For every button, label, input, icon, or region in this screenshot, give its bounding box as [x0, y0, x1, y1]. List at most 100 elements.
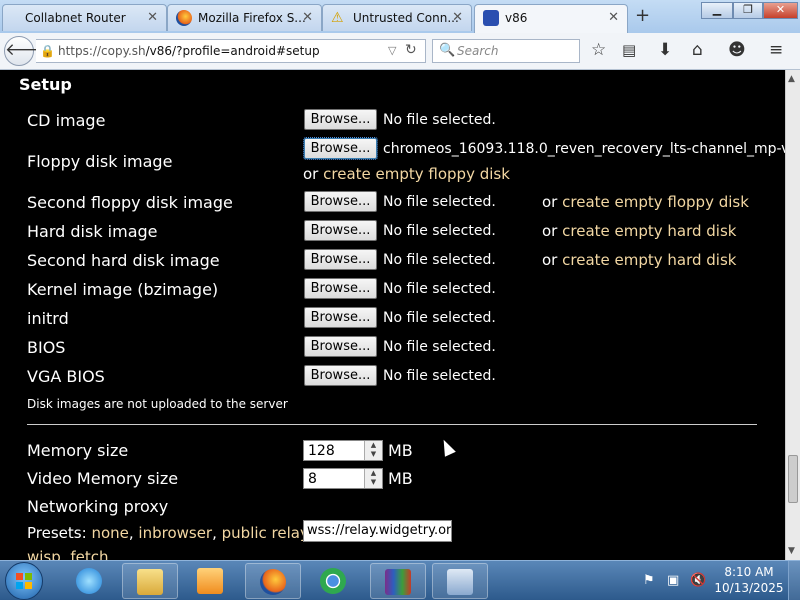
video-memory-spinner[interactable]: ▲ ▼ [364, 469, 382, 488]
cd-image-label: CD image [27, 111, 106, 130]
show-desktop-button[interactable] [788, 561, 800, 600]
scroll-up-arrow-icon[interactable]: ▲ [788, 74, 795, 84]
url-host: https://copy.sh [58, 44, 146, 58]
preset-wisp-link[interactable]: wisp [27, 548, 61, 560]
floppy-create-row: or create empty floppy disk [303, 165, 510, 183]
second-floppy-browse-button[interactable]: Browse... [304, 191, 377, 212]
bios-label: BIOS [27, 338, 66, 357]
taskbar-file-explorer[interactable] [122, 563, 178, 599]
create-empty-floppy-link[interactable]: create empty floppy disk [323, 165, 510, 183]
bookmarks-list-icon[interactable]: ▤ [622, 40, 636, 60]
maximize-button[interactable]: ❐ [733, 2, 763, 19]
preset-none-link[interactable]: none [91, 524, 128, 542]
navigation-toolbar: 🡐 🔒 https://copy.sh/v86/?profile=android… [0, 33, 800, 70]
taskbar-network[interactable] [432, 563, 488, 599]
second-hard-disk-browse-button[interactable]: Browse... [304, 249, 377, 270]
close-window-button[interactable]: ✕ [763, 2, 798, 19]
url-text: https://copy.sh/v86/?profile=android#set… [58, 44, 320, 58]
windows-logo-icon [16, 573, 32, 589]
v86-icon [483, 10, 499, 26]
hard-disk-create-row: or create empty hard disk [542, 222, 736, 240]
tab-untrusted-connection[interactable]: ⚠ Untrusted Conn... ✕ [322, 4, 472, 31]
hard-disk-browse-button[interactable]: Browse... [304, 220, 377, 241]
hello-chat-icon[interactable]: ☻ [728, 40, 746, 60]
hard-disk-label: Hard disk image [27, 222, 158, 241]
close-icon[interactable]: ✕ [147, 10, 158, 25]
initrd-label: initrd [27, 309, 69, 328]
reload-icon[interactable]: ↻ [405, 42, 417, 58]
initrd-browse-button[interactable]: Browse... [304, 307, 377, 328]
menu-icon[interactable]: ≡ [769, 40, 783, 60]
video-memory-unit: MB [388, 469, 413, 488]
memory-size-spinner[interactable]: ▲ ▼ [364, 441, 382, 460]
taskbar-internet-explorer[interactable] [62, 563, 118, 599]
hard-disk-file-name: No file selected. [383, 223, 496, 239]
kernel-image-browse-button[interactable]: Browse... [304, 278, 377, 299]
minimize-button[interactable]: ▁ [701, 2, 733, 19]
taskbar-chrome[interactable] [306, 563, 362, 599]
back-button[interactable]: 🡐 [4, 36, 51, 66]
proxy-presets: Presets: none, inbrowser, public relay, … [27, 521, 314, 560]
preset-inbrowser-link[interactable]: inbrowser [138, 524, 212, 542]
warning-icon: ⚠ [331, 10, 344, 26]
bookmark-star-icon[interactable]: ☆ [591, 40, 606, 60]
search-input[interactable]: 🔍 Search [432, 39, 580, 63]
chevron-down-icon[interactable]: ▽ [388, 44, 396, 57]
taskbar-media-player[interactable] [183, 563, 239, 599]
scroll-down-arrow-icon[interactable]: ▼ [788, 546, 795, 556]
internet-explorer-icon [76, 568, 102, 594]
upload-note: Disk images are not uploaded to the serv… [27, 397, 288, 411]
home-icon[interactable]: ⌂ [692, 40, 703, 60]
download-icon[interactable]: ⬇ [658, 40, 672, 60]
system-clock[interactable]: 8:10 AM 10/13/2025 [714, 564, 784, 596]
lock-icon[interactable]: 🔒 [40, 44, 55, 58]
preset-fetch-link[interactable]: fetch [70, 548, 108, 560]
page-scrollbar[interactable]: ▲ ▼ [785, 70, 800, 560]
network-tray-icon[interactable]: ▣ [667, 573, 679, 588]
create-empty-hard-disk-link[interactable]: create empty hard disk [562, 222, 736, 240]
tab-v86[interactable]: v86 ✕ [474, 4, 628, 33]
second-floppy-label: Second floppy disk image [27, 193, 233, 212]
page-content: Setup CD image Browse... No file selecte… [0, 70, 785, 560]
scrollbar-thumb[interactable] [788, 455, 798, 503]
memory-size-value: 128 [308, 443, 335, 459]
url-bar[interactable]: 🔒 https://copy.sh/v86/?profile=android#s… [36, 39, 426, 63]
search-placeholder: Search [457, 44, 499, 58]
video-memory-label: Video Memory size [27, 469, 179, 488]
create-empty-floppy-link-2[interactable]: create empty floppy disk [562, 193, 749, 211]
taskbar-winrar[interactable] [370, 563, 426, 599]
floppy-image-browse-button[interactable]: Browse... [303, 137, 378, 160]
vga-bios-browse-button[interactable]: Browse... [304, 365, 377, 386]
clock-time: 8:10 AM [724, 565, 774, 579]
taskbar-firefox[interactable] [245, 563, 301, 599]
search-icon: 🔍 [439, 43, 456, 58]
video-memory-input[interactable]: 8 ▲ ▼ [303, 468, 383, 489]
second-floppy-file-name: No file selected. [383, 194, 496, 210]
file-explorer-icon [137, 569, 163, 595]
firefox-icon [260, 569, 286, 595]
cd-image-browse-button[interactable]: Browse... [304, 109, 377, 130]
tab-label: Mozilla Firefox S... [198, 11, 306, 25]
tab-strip: Collabnet Router ✕ Mozilla Firefox S... … [0, 0, 800, 33]
tab-label: v86 [505, 11, 528, 25]
tab-collabnet-router[interactable]: Collabnet Router ✕ [2, 4, 167, 31]
vga-bios-label: VGA BIOS [27, 367, 105, 386]
url-path: /v86/?profile=android#setup [145, 44, 320, 58]
close-icon[interactable]: ✕ [452, 10, 463, 25]
action-center-flag-icon[interactable]: ⚑ [643, 573, 655, 588]
create-empty-hard-disk-link-2[interactable]: create empty hard disk [562, 251, 736, 269]
floppy-image-file-name: chromeos_16093.118.0_reven_recovery_lts-… [383, 141, 785, 157]
start-button[interactable] [5, 562, 43, 600]
tab-mozilla-firefox[interactable]: Mozilla Firefox S... ✕ [167, 4, 322, 31]
preset-public-relay-link[interactable]: public relay [222, 524, 309, 542]
proxy-url-input[interactable]: wss://relay.widgetry.org/ [303, 520, 452, 542]
close-icon[interactable]: ✕ [302, 10, 313, 25]
media-player-icon [197, 568, 223, 594]
memory-size-input[interactable]: 128 ▲ ▼ [303, 440, 383, 461]
divider [27, 424, 757, 425]
bios-browse-button[interactable]: Browse... [304, 336, 377, 357]
new-tab-button[interactable]: + [635, 5, 650, 26]
memory-size-label: Memory size [27, 441, 129, 460]
volume-muted-icon[interactable]: 🔇 [690, 573, 706, 588]
close-icon[interactable]: ✕ [608, 10, 619, 25]
